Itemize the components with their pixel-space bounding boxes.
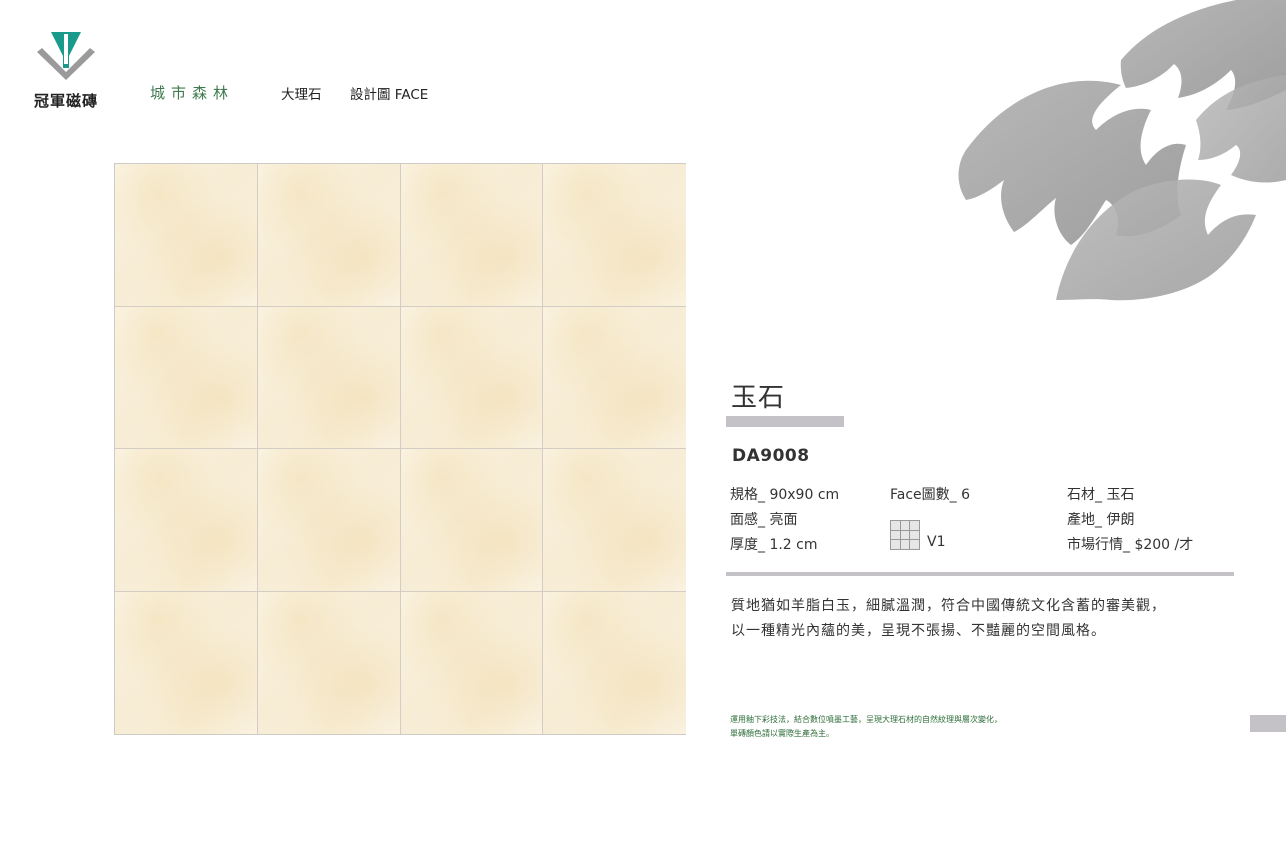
title-underline-bar [726, 416, 844, 427]
description-line: 質地猶如羊脂白玉，細膩溫潤，符合中國傳統文化含蓄的審美觀， [731, 598, 1166, 614]
tile [400, 591, 544, 734]
spec-size: 規格_ 90x90 cm [730, 487, 840, 503]
tile [257, 449, 401, 592]
nav-series[interactable]: 城市森林 [150, 82, 234, 103]
spec-thickness: 厚度_ 1.2 cm [730, 537, 818, 553]
spec-price: 市場行情_ $200 /才 [1067, 537, 1194, 553]
spec-material: 石材_ 玉石 [1067, 487, 1135, 503]
tile [543, 306, 686, 449]
tile [257, 591, 401, 734]
spec-origin: 產地_ 伊朗 [1067, 512, 1135, 528]
tile [257, 164, 401, 307]
page-side-tab[interactable] [1250, 715, 1286, 732]
product-code: DA9008 [732, 446, 810, 466]
production-note: 運用釉下彩技法，結合數位噴墨工藝，呈現大理石材的自然紋理與層次變化， 單磚顏色請… [730, 713, 1002, 741]
note-line: 運用釉下彩技法，結合數位噴墨工藝，呈現大理石材的自然紋理與層次變化， [730, 715, 1002, 724]
note-line: 單磚顏色請以實際生產為主。 [730, 729, 834, 738]
tile [115, 306, 258, 449]
tile-preview-grid [114, 163, 686, 735]
spec-face-count: Face圖數_ 6 [890, 487, 971, 503]
spec-variation: V1 [927, 534, 946, 550]
tile [115, 164, 258, 307]
tile [543, 164, 686, 307]
tile [543, 591, 686, 734]
tile [257, 306, 401, 449]
tile [115, 591, 258, 734]
product-title: 玉石 [731, 383, 786, 413]
tile [400, 164, 544, 307]
nav-category[interactable]: 大理石 [281, 83, 322, 103]
nav-face-design[interactable]: 設計圖 FACE [350, 83, 428, 103]
spec-finish: 面感_ 亮面 [730, 512, 798, 528]
monstera-leaf-decoration [958, 0, 1286, 301]
product-description: 質地猶如羊脂白玉，細膩溫潤，符合中國傳統文化含蓄的審美觀， 以一種精光內蘊的美，… [731, 594, 1166, 644]
tile [543, 449, 686, 592]
brand-logo: 冠軍磁磚 [26, 30, 106, 110]
brand-name: 冠軍磁磚 [33, 92, 98, 110]
tile [400, 306, 544, 449]
tile [400, 449, 544, 592]
grid-pattern-icon [890, 520, 920, 550]
section-divider [726, 572, 1234, 576]
description-line: 以一種精光內蘊的美，呈現不張揚、不豔麗的空間風格。 [731, 623, 1106, 639]
trophy-logo-icon [37, 32, 95, 80]
tile [115, 449, 258, 592]
